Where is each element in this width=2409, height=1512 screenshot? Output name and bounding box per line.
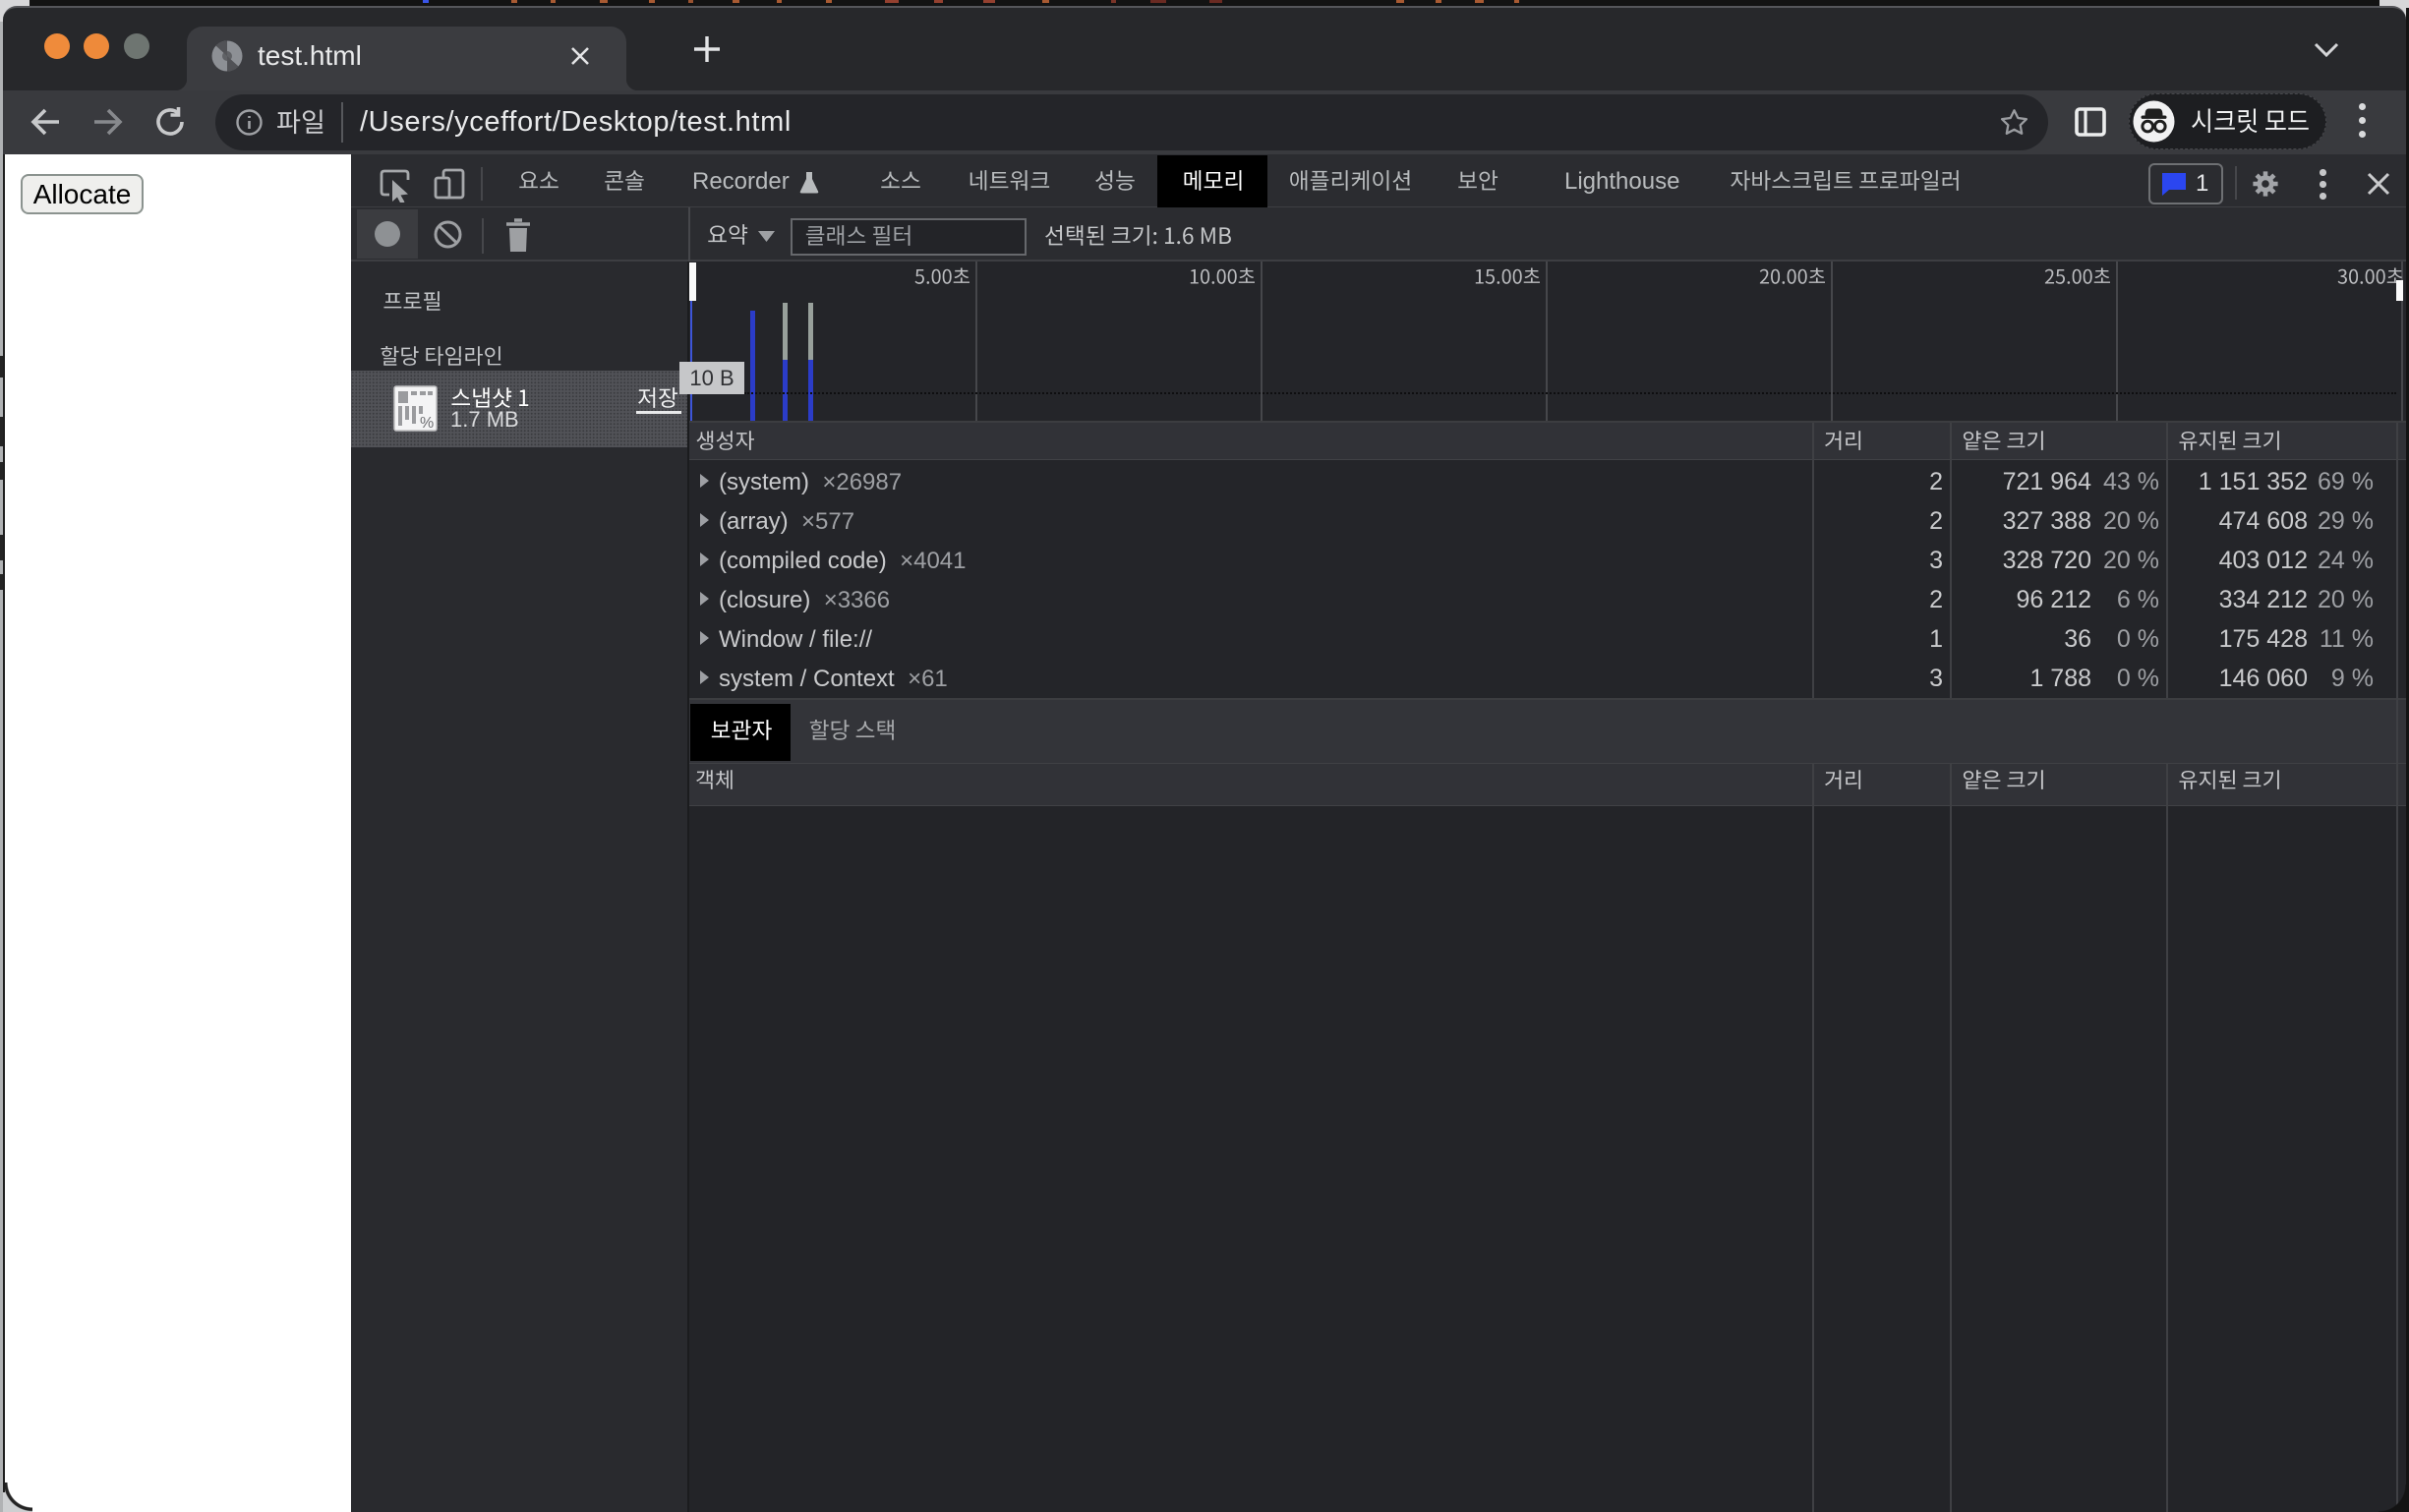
svg-text:%: % <box>420 415 434 432</box>
